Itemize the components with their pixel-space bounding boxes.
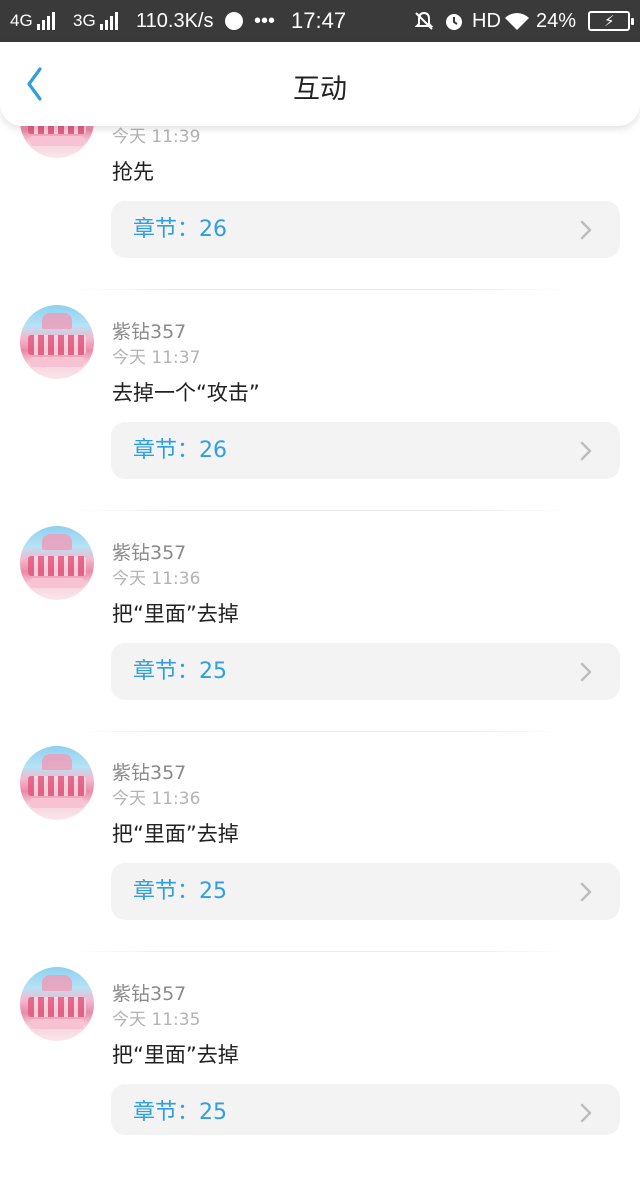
comment-text: 把“里面”去掉 [112, 602, 239, 626]
battery-percentage: 24% [536, 9, 577, 32]
username: 紫钻357 [112, 542, 187, 564]
comment-text: 把“里面”去掉 [112, 822, 239, 846]
chapter-label: 章节：25 [133, 659, 227, 684]
list-item: 紫钻357 今天 11:36 把“里面”去掉 章节：25 [0, 746, 640, 967]
timestamp: 今天 11:36 [112, 789, 201, 809]
chapter-label: 章节：26 [133, 217, 227, 242]
chevron-right-icon [580, 882, 592, 902]
chevron-right-icon [580, 1103, 592, 1123]
chapter-label: 章节：26 [133, 438, 227, 463]
avatar[interactable] [20, 746, 94, 820]
chapter-label: 章节：25 [133, 879, 227, 904]
chapter-button[interactable]: 章节：25 [111, 1084, 620, 1135]
wifi-icon [503, 0, 531, 42]
signal-icon [36, 12, 55, 30]
username: 紫钻357 [112, 762, 187, 784]
comment-text: 把“里面”去掉 [112, 1043, 239, 1067]
network-speed: 110.3K/s [136, 9, 214, 32]
mute-icon [413, 0, 435, 42]
signal-icon [99, 12, 118, 30]
network-4g-indicator: 4G [10, 0, 55, 42]
interaction-feed: 今天 11:39 抢先 章节：26 紫钻357 今天 11:37 去掉一个“攻击… [0, 0, 640, 1138]
divider [70, 951, 570, 952]
chevron-right-icon [580, 441, 592, 461]
divider [70, 731, 570, 732]
app-header: 互动 [0, 42, 640, 126]
timestamp: 今天 11:37 [112, 348, 201, 368]
more-notifications: ••• [254, 9, 276, 32]
network-3g-label: 3G [73, 11, 96, 30]
list-item: 紫钻357 今天 11:35 把“里面”去掉 章节：25 [0, 967, 640, 1188]
chapter-button[interactable]: 章节：26 [111, 201, 620, 258]
clock: 17:47 [291, 8, 347, 33]
chevron-right-icon [580, 662, 592, 682]
chapter-button[interactable]: 章节：25 [111, 643, 620, 700]
comment-text: 抢先 [112, 160, 154, 184]
browser-icon [225, 0, 243, 42]
network-4g-label: 4G [10, 11, 33, 30]
network-3g-indicator: 3G [73, 0, 118, 42]
divider [70, 289, 570, 290]
avatar[interactable] [20, 967, 94, 1041]
avatar[interactable] [20, 305, 94, 379]
chapter-label: 章节：25 [133, 1100, 227, 1125]
alarm-icon [443, 0, 465, 42]
username: 紫钻357 [112, 983, 187, 1005]
battery-icon: ⚡ [588, 0, 634, 42]
status-bar: 4G 3G 110.3K/s ••• 17:47 HD 24% ⚡ [0, 0, 640, 42]
list-item: 紫钻357 今天 11:36 把“里面”去掉 章节：25 [0, 526, 640, 747]
timestamp: 今天 11:35 [112, 1010, 201, 1030]
avatar[interactable] [20, 526, 94, 600]
timestamp: 今天 11:36 [112, 569, 201, 589]
page-title: 互动 [293, 74, 347, 105]
comment-text: 去掉一个“攻击” [112, 381, 260, 405]
username: 紫钻357 [112, 321, 187, 343]
chapter-button[interactable]: 章节：26 [111, 422, 620, 479]
list-item: 紫钻357 今天 11:37 去掉一个“攻击” 章节：26 [0, 305, 640, 526]
divider [70, 510, 570, 511]
hd-indicator: HD [472, 9, 501, 32]
chevron-right-icon [580, 220, 592, 240]
chapter-button[interactable]: 章节：25 [111, 863, 620, 920]
